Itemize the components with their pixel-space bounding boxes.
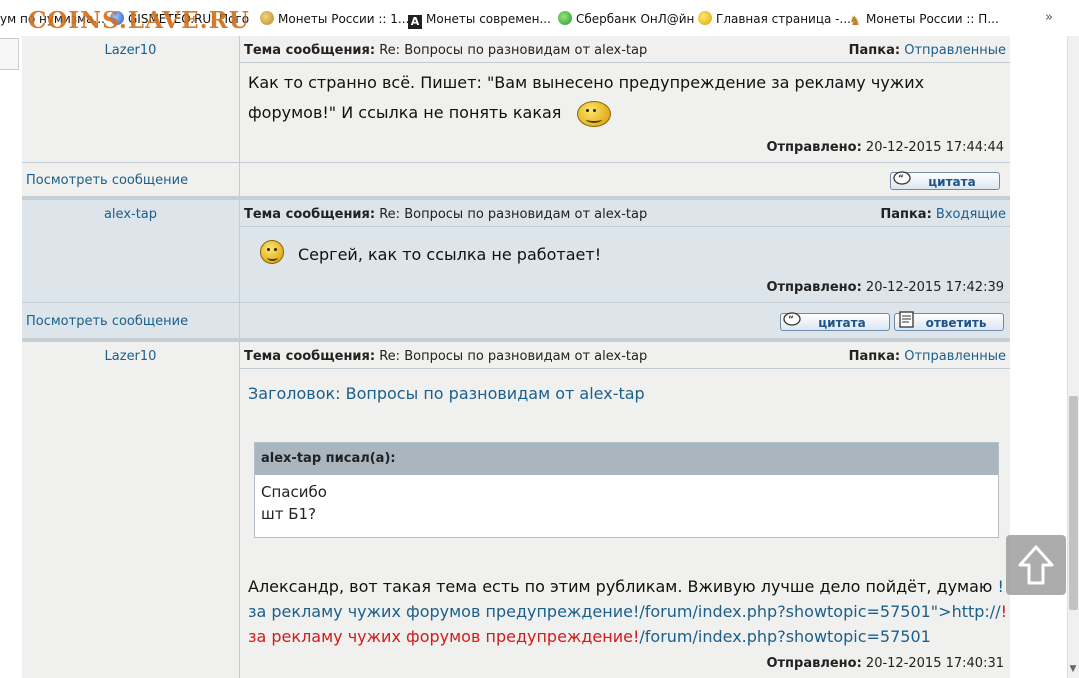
actions-right: “ цитата ответить <box>240 303 1010 339</box>
message-text-content: Александр, вот такая тема есть по этим р… <box>248 577 998 596</box>
actions-left: Посмотреть сообщение <box>22 163 240 197</box>
message-body: Тема сообщения: Re: Вопросы по разновида… <box>240 342 1010 678</box>
sent-label: Отправлено: <box>766 280 862 295</box>
author-name[interactable]: alex-tap <box>22 207 239 222</box>
bookmark-label: Главная страница -... <box>716 12 851 26</box>
topic-text: Re: Вопросы по разновидам от alex-tap <box>379 43 648 58</box>
quote-button-label: цитата <box>928 175 976 189</box>
bookmark-coins-russia-1[interactable]: Монеты России :: 1... <box>260 11 409 27</box>
quote-author: alex-tap писал(а): <box>255 443 998 475</box>
sent-label: Отправлено: <box>766 140 862 155</box>
folder-label: Папка: <box>880 207 932 222</box>
up-arrow-icon <box>1018 545 1054 585</box>
bookmark-coins-russia-2[interactable]: ♞ Монеты России :: П... <box>848 11 999 29</box>
message-subject: Заголовок: Вопросы по разновидам от alex… <box>248 384 645 403</box>
sent-date: Отправлено: 20-12-2015 17:42:39 <box>766 280 1004 295</box>
view-message-link[interactable]: Посмотреть сообщение <box>26 173 188 188</box>
topic-label: Тема сообщения: <box>244 207 376 222</box>
bookmarks-overflow-button[interactable]: » <box>1045 10 1053 25</box>
quote-button[interactable]: “ цитата <box>890 171 1000 190</box>
site-watermark: COINS.LAVE.RU <box>28 7 250 34</box>
message-row: Lazer10 Тема сообщения: Re: Вопросы по р… <box>22 36 1010 162</box>
bookmark-label: Монеты России :: 1... <box>278 12 410 26</box>
bookmark-label: Монеты современ... <box>426 12 551 26</box>
quote-block: alex-tap писал(а): Спасибо шт Б1? <box>254 442 999 538</box>
message-body: Тема сообщения: Re: Вопросы по разновида… <box>240 200 1010 302</box>
quote-body: Спасибо шт Б1? <box>255 475 998 531</box>
sber-icon <box>558 11 572 25</box>
quote-line: шт Б1? <box>261 505 317 523</box>
author-name[interactable]: Lazer10 <box>22 349 239 364</box>
quote-button[interactable]: “ цитата <box>780 312 890 331</box>
scroll-down-arrow-icon[interactable]: ▼ <box>1068 664 1078 674</box>
quote-button-label: цитата <box>818 316 866 330</box>
man-icon: ♞ <box>849 14 861 29</box>
message-header: Тема сообщения: Re: Вопросы по разновида… <box>240 342 1010 369</box>
topic-text: Re: Вопросы по разновидам от alex-tap <box>379 207 648 222</box>
link-path-text[interactable]: /forum/index.php?showtopic=57501 <box>639 627 930 646</box>
topic-label: Тема сообщения: <box>244 43 376 58</box>
author-cell: alex-tap <box>22 200 240 302</box>
sent-label: Отправлено: <box>766 656 862 671</box>
author-cell: Lazer10 <box>22 36 240 162</box>
message-header: Тема сообщения: Re: Вопросы по разновида… <box>240 36 1010 63</box>
bookmark-modern-coins[interactable]: A Монеты современ... <box>408 11 551 29</box>
topic-text: Re: Вопросы по разновидам от alex-tap <box>379 349 648 364</box>
message-actions-row: Посмотреть сообщение “ цитата ответить <box>22 302 1010 339</box>
side-panel-edge <box>0 38 19 70</box>
reply-button-label: ответить <box>925 316 987 330</box>
coin-icon <box>260 11 274 25</box>
folder-link[interactable]: Отправленные <box>904 349 1006 364</box>
scroll-to-top-button[interactable] <box>1006 535 1066 595</box>
message-text: Как то странно всё. Пишет: "Вам вынесено… <box>248 68 1008 128</box>
message-actions-row: Посмотреть сообщение “ цитата <box>22 162 1010 197</box>
private-messages-list: Lazer10 Тема сообщения: Re: Вопросы по р… <box>22 36 1010 678</box>
sent-value: 20-12-2015 17:40:31 <box>865 656 1004 671</box>
actions-left: Посмотреть сообщение <box>22 303 240 339</box>
topic-label: Тема сообщения: <box>244 349 376 364</box>
bookmark-main-page[interactable]: Главная страница -... <box>698 11 851 27</box>
bookmarks-bar: ум по нумизма... GISMETEO.RU: Пого Монет… <box>0 0 1079 37</box>
author-cell: Lazer10 <box>22 342 240 678</box>
smile-icon <box>698 11 712 25</box>
reply-button[interactable]: ответить <box>894 311 1004 331</box>
bookmark-sberbank[interactable]: Сбербанк ОнЛ@йн <box>558 11 694 27</box>
grin-smiley-icon <box>576 100 611 127</box>
sent-value: 20-12-2015 17:42:39 <box>865 280 1004 295</box>
a-icon: A <box>408 15 422 29</box>
message-row: alex-tap Тема сообщения: Re: Вопросы по … <box>22 200 1010 302</box>
folder-link[interactable]: Отправленные <box>904 43 1006 58</box>
message-body: Тема сообщения: Re: Вопросы по разновида… <box>240 36 1010 162</box>
bookmark-label: Сбербанк ОнЛ@йн <box>576 12 695 26</box>
author-name[interactable]: Lazer10 <box>22 43 239 58</box>
message-row: Lazer10 Тема сообщения: Re: Вопросы по р… <box>22 342 1010 678</box>
view-message-link[interactable]: Посмотреть сообщение <box>26 314 188 329</box>
folder-label: Папка: <box>848 349 901 364</box>
scrollbar-thumb[interactable] <box>1069 396 1078 610</box>
bookmark-label: Монеты России :: П... <box>866 12 999 26</box>
sent-value: 20-12-2015 17:44:44 <box>865 140 1004 155</box>
message-header: Тема сообщения: Re: Вопросы по разновида… <box>240 200 1010 227</box>
folder-link[interactable]: Входящие <box>936 207 1006 222</box>
left-gutter <box>0 36 22 678</box>
message-text: Сергей, как то ссылка не работает! <box>298 245 602 264</box>
sent-date: Отправлено: 20-12-2015 17:40:31 <box>766 656 1004 671</box>
actions-right: “ цитата <box>240 163 1010 197</box>
message-text: Александр, вот такая тема есть по этим р… <box>248 574 1008 649</box>
quote-line: Спасибо <box>261 483 327 501</box>
folder-label: Папка: <box>848 43 901 58</box>
sent-date: Отправлено: 20-12-2015 17:44:44 <box>766 140 1004 155</box>
wink-smiley-icon <box>260 240 284 264</box>
